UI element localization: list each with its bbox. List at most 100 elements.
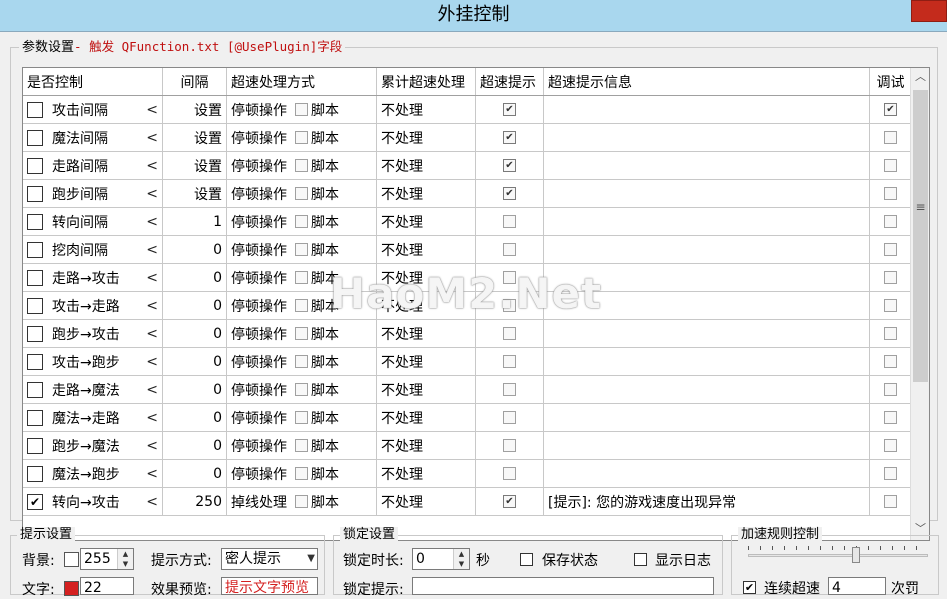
prompt-message-cell[interactable] — [544, 320, 870, 347]
prompt-checkbox[interactable]: ✔ — [503, 495, 516, 508]
header-interval[interactable]: 间隔 — [163, 68, 227, 95]
spin-down-icon[interactable]: ▼ — [454, 559, 469, 569]
chevron-left-icon[interactable]: < — [142, 354, 158, 370]
debug-checkbox[interactable] — [884, 355, 897, 368]
mode-value[interactable]: 停顿操作 — [231, 436, 287, 456]
cumulative-cell[interactable]: 不处理 — [377, 96, 476, 123]
script-checkbox[interactable] — [295, 215, 308, 228]
prompt-checkbox[interactable] — [503, 383, 516, 396]
chevron-left-icon[interactable]: < — [142, 186, 158, 202]
cumulative-cell[interactable]: 不处理 — [377, 404, 476, 431]
enabled-checkbox[interactable] — [27, 129, 43, 146]
chevron-left-icon[interactable]: < — [142, 466, 158, 482]
script-checkbox[interactable] — [295, 243, 308, 256]
prompt-message-cell[interactable] — [544, 180, 870, 207]
script-checkbox[interactable] — [295, 355, 308, 368]
prompt-checkbox[interactable] — [503, 243, 516, 256]
cumulative-cell[interactable]: 不处理 — [377, 124, 476, 151]
spin-down-icon[interactable]: ▼ — [118, 559, 133, 569]
table-row[interactable]: 跑步→攻击 <0 停顿操作 脚本 不处理 — [23, 320, 911, 348]
accel-slider-track[interactable] — [748, 554, 928, 557]
enabled-checkbox[interactable] — [27, 269, 43, 286]
table-row[interactable]: 魔法间隔 < 设置 停顿操作 脚本 不处理 ✔ — [23, 124, 911, 152]
accel-slider-thumb[interactable] — [852, 547, 860, 563]
debug-checkbox[interactable] — [884, 299, 897, 312]
header-cumulative[interactable]: 累计超速处理 — [377, 68, 476, 95]
mode-value[interactable]: 停顿操作 — [231, 324, 287, 344]
chevron-left-icon[interactable]: < — [142, 270, 158, 286]
mode-value[interactable]: 停顿操作 — [231, 156, 287, 176]
prompt-checkbox[interactable] — [503, 355, 516, 368]
mode-value[interactable]: 停顿操作 — [231, 128, 287, 148]
text-value-spinner[interactable]: 22 — [80, 577, 134, 595]
bg-value-spinner[interactable]: 255 ▲ ▼ — [80, 548, 134, 570]
enabled-checkbox[interactable] — [27, 353, 43, 370]
text-color-swatch[interactable] — [64, 581, 79, 596]
debug-checkbox[interactable] — [884, 159, 897, 172]
mode-value[interactable]: 停顿操作 — [231, 352, 287, 372]
chevron-left-icon[interactable]: < — [142, 382, 158, 398]
chevron-left-icon[interactable]: < — [142, 438, 158, 454]
enabled-checkbox[interactable] — [27, 185, 43, 202]
cumulative-cell[interactable]: 不处理 — [377, 432, 476, 459]
spin-up-icon[interactable]: ▲ — [454, 549, 469, 559]
script-checkbox[interactable] — [295, 271, 308, 284]
chevron-left-icon[interactable]: < — [142, 494, 158, 510]
header-prompt-message[interactable]: 超速提示信息 — [544, 68, 870, 95]
cumulative-cell[interactable]: 不处理 — [377, 348, 476, 375]
spin-up-icon[interactable]: ▲ — [118, 549, 133, 559]
script-checkbox[interactable] — [295, 327, 308, 340]
close-button[interactable] — [911, 0, 947, 22]
prompt-checkbox[interactable] — [503, 271, 516, 284]
debug-checkbox[interactable] — [884, 467, 897, 480]
header-mode[interactable]: 超速处理方式 — [227, 68, 377, 95]
prompt-message-cell[interactable] — [544, 236, 870, 263]
script-checkbox[interactable] — [295, 495, 308, 508]
debug-checkbox[interactable] — [884, 271, 897, 284]
mode-value[interactable]: 停顿操作 — [231, 296, 287, 316]
prompt-checkbox[interactable]: ✔ — [503, 131, 516, 144]
script-checkbox[interactable] — [295, 299, 308, 312]
debug-checkbox[interactable] — [884, 439, 897, 452]
script-checkbox[interactable] — [295, 159, 308, 172]
interval-cell[interactable]: 0 — [163, 404, 227, 431]
table-row[interactable]: 攻击→走路 <0 停顿操作 脚本 不处理 — [23, 292, 911, 320]
cumulative-cell[interactable]: 不处理 — [377, 320, 476, 347]
debug-checkbox[interactable] — [884, 215, 897, 228]
chevron-left-icon[interactable]: < — [142, 102, 158, 118]
interval-cell[interactable]: 0 — [163, 460, 227, 487]
prompt-checkbox[interactable]: ✔ — [503, 187, 516, 200]
script-checkbox[interactable] — [295, 187, 308, 200]
prompt-checkbox[interactable] — [503, 215, 516, 228]
script-checkbox[interactable] — [295, 467, 308, 480]
enabled-checkbox[interactable] — [27, 325, 43, 342]
script-checkbox[interactable] — [295, 411, 308, 424]
cumulative-cell[interactable]: 不处理 — [377, 264, 476, 291]
enabled-checkbox[interactable] — [27, 297, 43, 314]
cumulative-cell[interactable]: 不处理 — [377, 152, 476, 179]
debug-checkbox[interactable] — [884, 187, 897, 200]
cumulative-cell[interactable]: 不处理 — [377, 292, 476, 319]
debug-checkbox[interactable] — [884, 411, 897, 424]
prompt-message-cell[interactable] — [544, 124, 870, 151]
chevron-left-icon[interactable]: < — [142, 410, 158, 426]
debug-checkbox[interactable] — [884, 243, 897, 256]
mode-value[interactable]: 停顿操作 — [231, 240, 287, 260]
lock-spin-buttons[interactable]: ▲ ▼ — [453, 549, 469, 569]
prompt-message-cell[interactable] — [544, 432, 870, 459]
prompt-checkbox[interactable] — [503, 411, 516, 424]
table-row[interactable]: 魔法→跑步 <0 停顿操作 脚本 不处理 — [23, 460, 911, 488]
cumulative-cell[interactable]: 不处理 — [377, 208, 476, 235]
prompt-message-cell[interactable] — [544, 292, 870, 319]
prompt-message-cell[interactable] — [544, 96, 870, 123]
enabled-checkbox[interactable] — [27, 437, 43, 454]
interval-cell[interactable]: 0 — [163, 376, 227, 403]
interval-cell[interactable]: 设置 — [163, 96, 227, 123]
header-debug[interactable]: 调试 — [870, 68, 911, 95]
debug-checkbox[interactable] — [884, 131, 897, 144]
table-row[interactable]: 魔法→走路 <0 停顿操作 脚本 不处理 — [23, 404, 911, 432]
interval-cell[interactable]: 设置 — [163, 124, 227, 151]
chevron-left-icon[interactable]: < — [142, 214, 158, 230]
prompt-checkbox[interactable] — [503, 439, 516, 452]
mode-value[interactable]: 停顿操作 — [231, 184, 287, 204]
